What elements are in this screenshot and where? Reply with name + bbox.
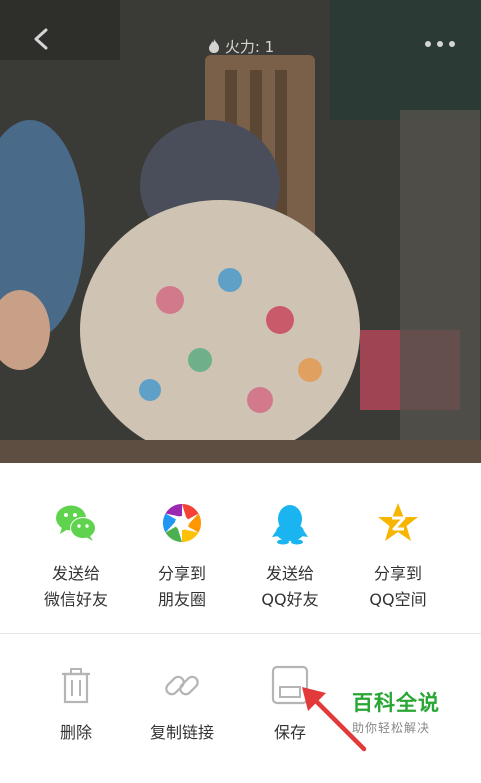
label-line2: 朋友圈 — [157, 590, 206, 609]
share-row: 发送给 微信好友 分享到 朋友圈 发送给 QQ好友 分享到 QQ空间 — [0, 463, 481, 613]
share-qzone-label: 分享到 QQ空间 — [338, 561, 458, 613]
top-bar: 火力: 1 — [0, 0, 481, 64]
share-sheet: 发送给 微信好友 分享到 朋友圈 发送给 QQ好友 分享到 QQ空间 删除 复制… — [0, 463, 481, 759]
label-line1: 发送给 — [51, 564, 100, 583]
more-dots-icon — [425, 41, 455, 47]
video-frame-image — [0, 0, 481, 463]
link-icon — [165, 675, 199, 696]
label-line2: QQ好友 — [261, 590, 319, 609]
share-wechat-label: 发送给 微信好友 — [16, 561, 136, 613]
label-line1: 分享到 — [373, 564, 422, 583]
qq-icon — [272, 505, 308, 545]
copy-link-label: 复制链接 — [149, 723, 214, 742]
fire-icon — [208, 39, 219, 53]
share-qq-label: 发送给 QQ好友 — [230, 561, 350, 613]
label-line2: QQ空间 — [369, 590, 427, 609]
heat-label: 火力: 1 — [224, 38, 275, 56]
watermark-title: 百科全说 — [352, 691, 440, 715]
moments-icon — [162, 503, 202, 543]
watermark: 百科全说 助你轻松解决 — [352, 687, 440, 736]
wechat-icon — [56, 505, 96, 541]
delete-label: 删除 — [59, 723, 92, 742]
label-line1: 发送给 — [265, 564, 314, 583]
video-preview[interactable] — [0, 0, 481, 463]
trash-icon — [62, 668, 90, 704]
qzone-icon — [378, 503, 418, 541]
label-line1: 分享到 — [157, 564, 206, 583]
watermark-subtitle: 助你轻松解决 — [352, 721, 431, 735]
label-line2: 微信好友 — [43, 590, 108, 609]
more-button[interactable] — [423, 36, 457, 52]
heat-indicator: 火力: 1 — [0, 36, 481, 57]
share-moments-label: 分享到 朋友圈 — [122, 561, 242, 613]
